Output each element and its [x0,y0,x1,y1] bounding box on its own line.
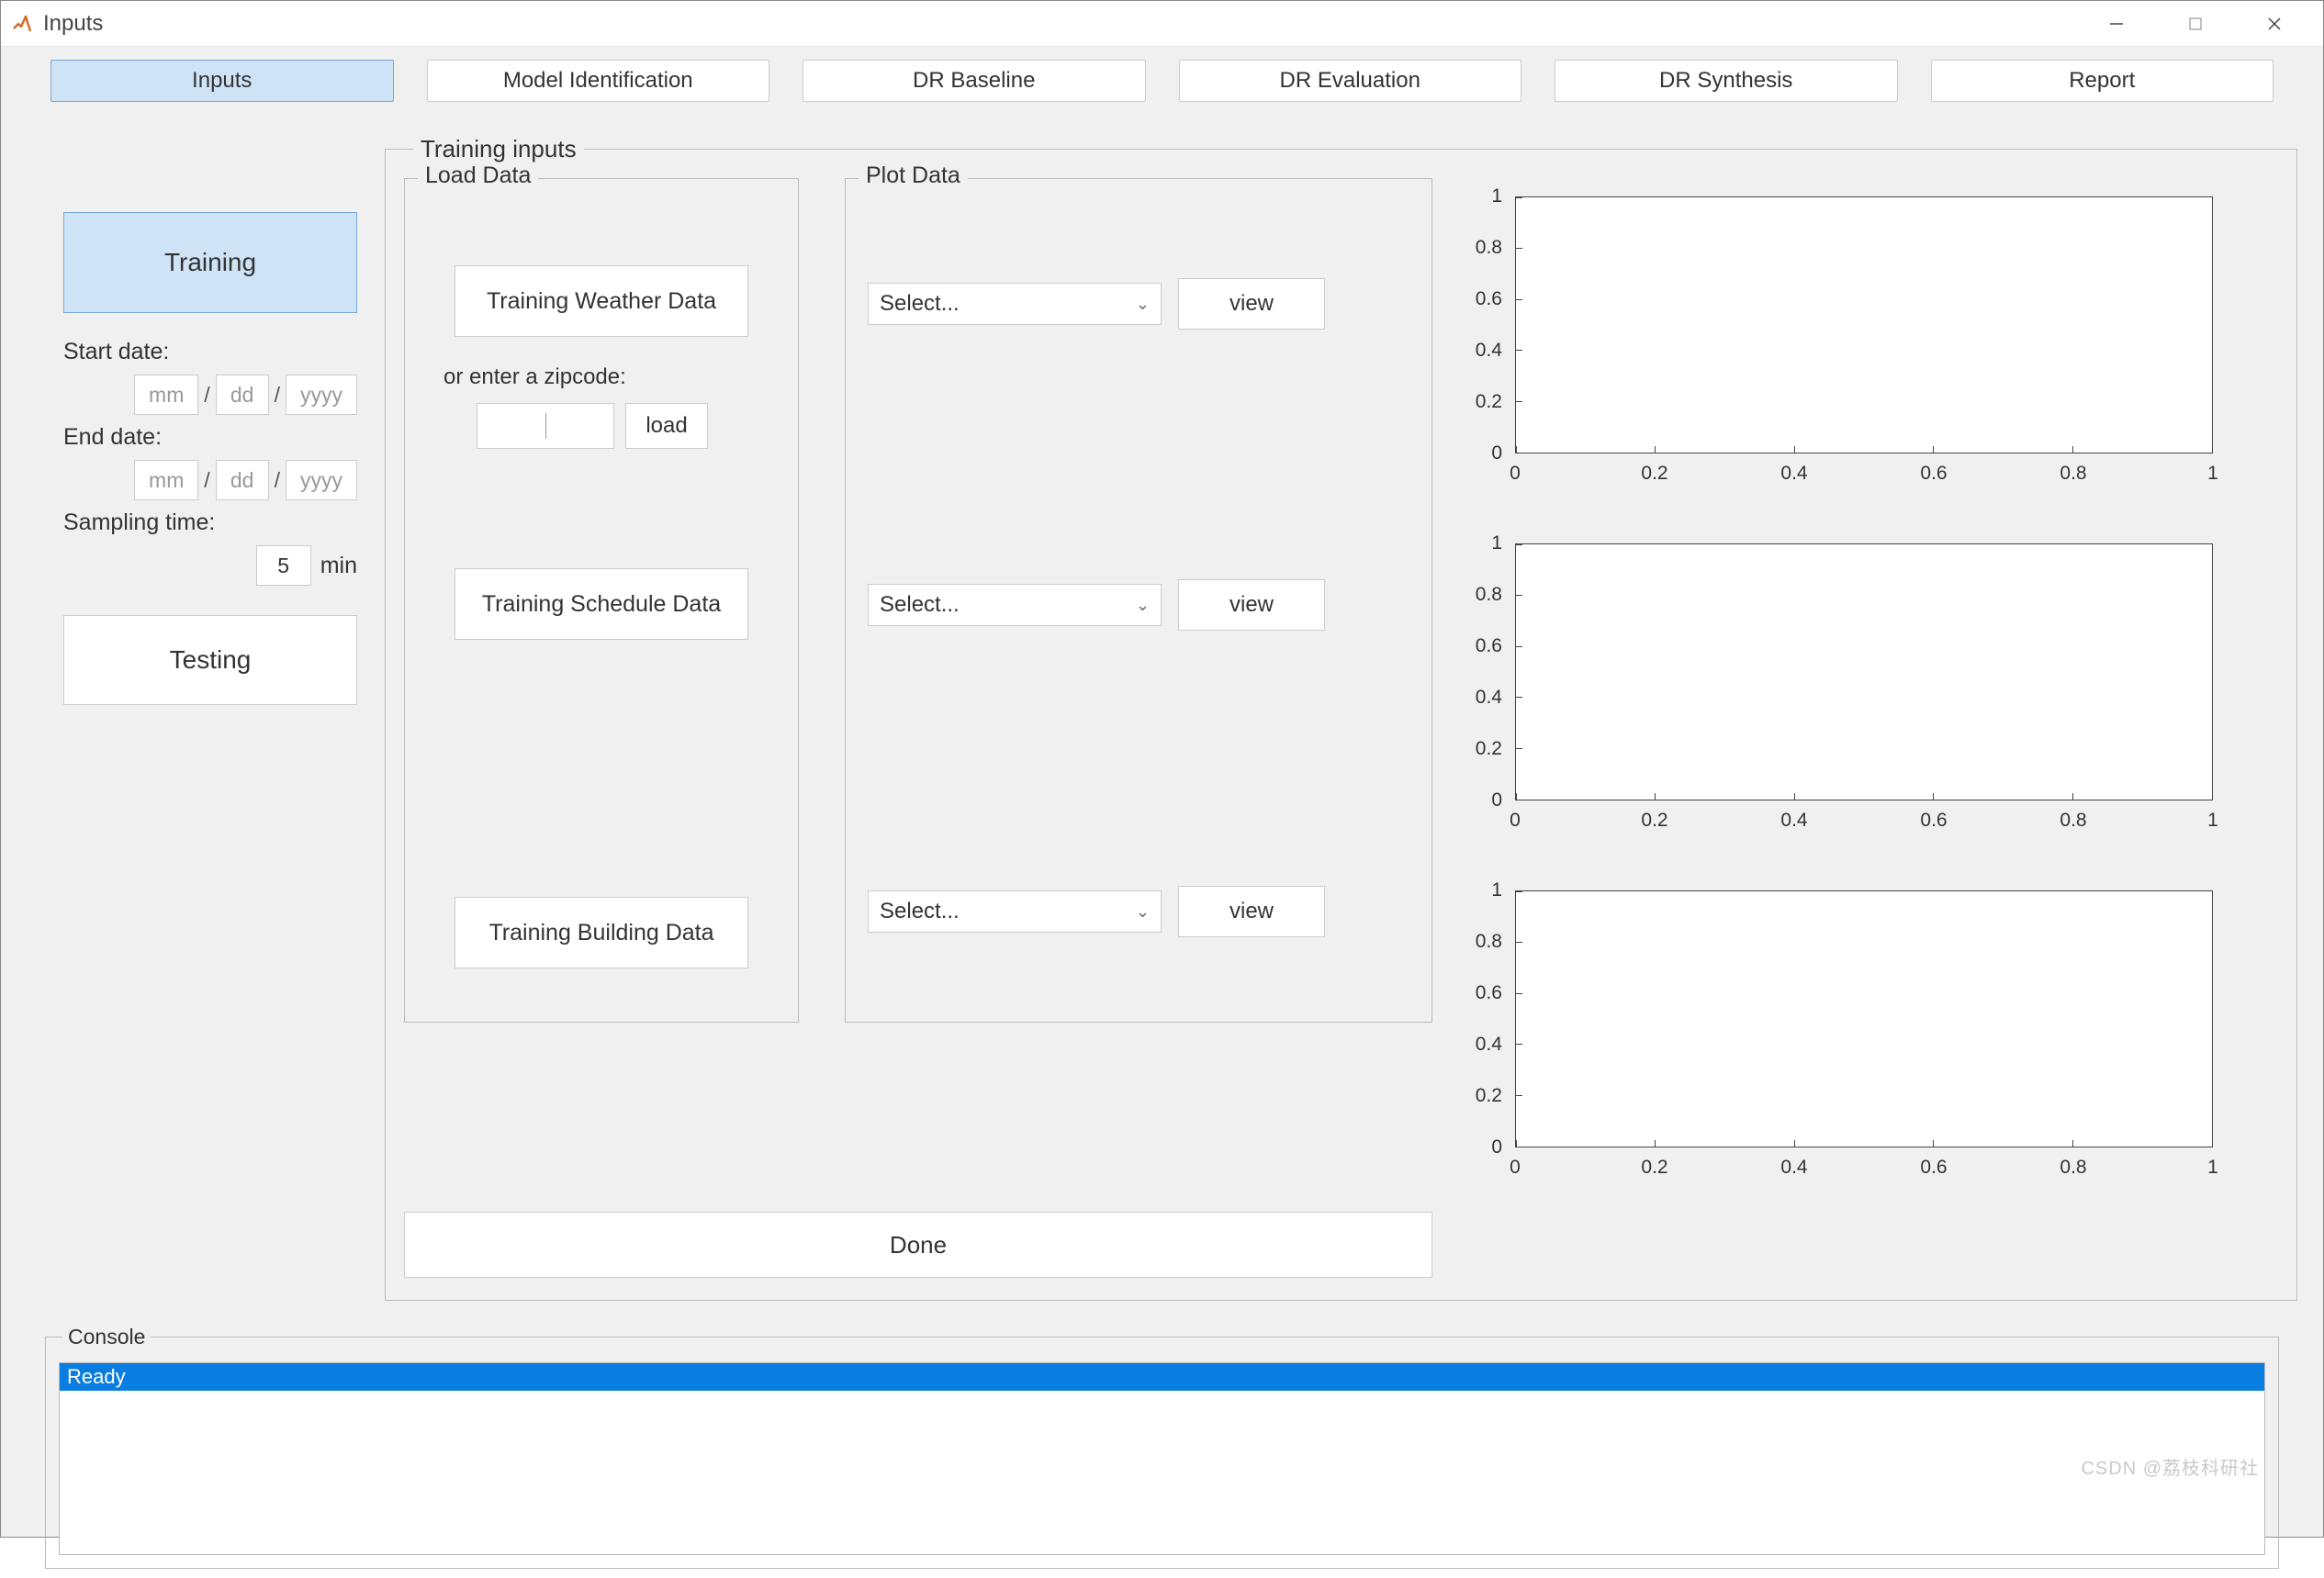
plot-select-building[interactable]: Select... ⌄ [868,890,1162,933]
sampling-time-unit: min [320,553,357,579]
training-building-data-button[interactable]: Training Building Data [455,897,748,968]
end-date-row: mm / dd / yyyy [63,460,357,500]
zipcode-input[interactable] [477,403,614,449]
load-data-group: Load Data Training Weather Data or enter… [404,178,799,1023]
plot-select-schedule-value: Select... [880,592,960,618]
start-date-month-input[interactable]: mm [134,375,198,415]
tab-dr-baseline[interactable]: DR Baseline [803,60,1146,102]
training-inputs-legend: Training inputs [413,135,584,163]
end-date-month-input[interactable]: mm [134,460,198,500]
window-title: Inputs [43,11,103,37]
chevron-down-icon: ⌄ [1136,902,1150,922]
start-date-label: Start date: [63,339,366,365]
end-date-day-input[interactable]: dd [216,460,269,500]
zipcode-hint: or enter a zipcode: [443,364,776,390]
console-wrap: Console Ready [14,1325,2310,1578]
training-schedule-data-button[interactable]: Training Schedule Data [455,568,748,640]
plots-column: 00.20.40.60.8100.20.40.60.81 00.20.40.60… [1451,178,2222,1184]
plot-select-schedule[interactable]: Select... ⌄ [868,584,1162,626]
date-separator: / [204,383,209,408]
tab-dr-evaluation[interactable]: DR Evaluation [1179,60,1522,102]
plot-data-group: Plot Data Select... ⌄ view [845,178,1432,1023]
console-line: Ready [60,1363,2264,1391]
testing-button[interactable]: Testing [63,615,357,705]
chevron-down-icon: ⌄ [1136,596,1150,615]
end-date-label: End date: [63,424,366,451]
maximize-button[interactable] [2156,1,2235,47]
load-data-legend: Load Data [418,162,538,189]
date-separator: / [204,468,209,493]
minimize-button[interactable] [2077,1,2156,47]
console-fieldset: Console Ready [45,1325,2279,1569]
plot-select-weather-value: Select... [880,291,960,317]
done-button[interactable]: Done [404,1212,1432,1278]
app-window: Inputs Inputs Model Identification DR Ba… [0,0,2324,1538]
date-separator: / [275,383,280,408]
tab-report[interactable]: Report [1931,60,2274,102]
plot-select-building-value: Select... [880,899,960,924]
date-separator: / [275,468,280,493]
plot-view-weather-button[interactable]: view [1178,278,1325,330]
training-inputs-fieldset: Training inputs Load Data Training Weath… [385,135,2297,1301]
content-area: Training inputs Load Data Training Weath… [385,135,2297,1301]
plot-select-weather[interactable]: Select... ⌄ [868,283,1162,325]
title-bar: Inputs [1,1,2323,47]
start-date-row: mm / dd / yyyy [63,375,357,415]
training-button[interactable]: Training [63,212,357,313]
top-nav: Inputs Model Identification DR Baseline … [14,60,2310,109]
sampling-time-row: 5 min [63,545,357,586]
tab-inputs[interactable]: Inputs [51,60,394,102]
tab-model-identification[interactable]: Model Identification [427,60,770,102]
client-area: Inputs Model Identification DR Baseline … [1,47,2323,1537]
plot-axes-1[interactable]: 00.20.40.60.8100.20.40.60.81 [1451,187,2222,490]
sampling-time-label: Sampling time: [63,509,366,536]
close-button[interactable] [2235,1,2314,47]
end-date-year-input[interactable]: yyyy [286,460,357,500]
start-date-day-input[interactable]: dd [216,375,269,415]
console-output[interactable]: Ready [59,1362,2265,1555]
plot-view-schedule-button[interactable]: view [1178,579,1325,631]
plot-view-building-button[interactable]: view [1178,886,1325,937]
left-column: Training Start date: mm / dd / yyyy End … [27,135,385,1301]
matlab-icon [10,12,34,36]
console-legend: Console [62,1325,151,1349]
plot-data-legend: Plot Data [859,162,968,189]
plot-axes-3[interactable]: 00.20.40.60.8100.20.40.60.81 [1451,881,2222,1184]
chevron-down-icon: ⌄ [1136,295,1150,314]
start-date-year-input[interactable]: yyyy [286,375,357,415]
zipcode-load-button[interactable]: load [625,403,708,449]
sampling-time-input[interactable]: 5 [256,545,311,586]
training-weather-data-button[interactable]: Training Weather Data [455,265,748,337]
tab-dr-synthesis[interactable]: DR Synthesis [1555,60,1898,102]
plot-axes-2[interactable]: 00.20.40.60.8100.20.40.60.81 [1451,534,2222,837]
